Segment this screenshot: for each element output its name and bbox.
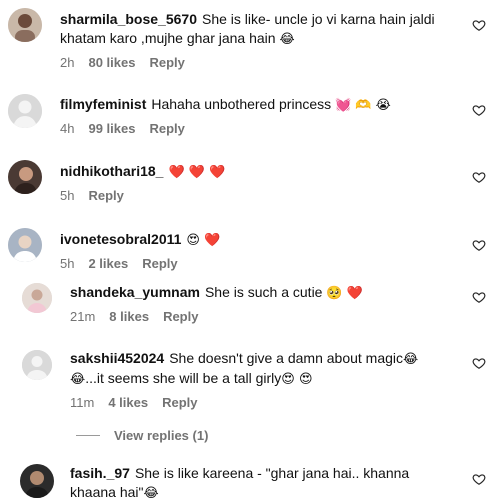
comment-username[interactable]: fasih._97 [70,465,130,481]
comment-likes[interactable]: 80 likes [88,55,135,70]
like-heart-icon[interactable] [472,238,486,252]
comment-username[interactable]: sharmila_bose_5670 [60,11,197,27]
comment-likes[interactable]: 99 likes [88,121,135,136]
comment-meta: 21m 8 likes Reply [70,309,448,325]
comment-time: 5h [60,188,75,203]
avatar[interactable] [22,283,52,313]
avatar[interactable] [8,94,42,128]
comment-emoji: ❤️ ❤️ ❤️ [168,165,226,180]
comment-text: She doesn't give a damn about magic [169,350,404,366]
avatar[interactable] [8,160,42,194]
reply-button[interactable]: Reply [149,121,184,136]
comment-text: Hahaha unbothered princess [151,96,332,112]
avatar[interactable] [8,228,42,262]
comment-meta: 4h 99 likes Reply [60,121,448,137]
comment-meta: 5h 2 likes Reply [60,256,448,272]
like-heart-icon[interactable] [472,356,486,370]
like-heart-icon[interactable] [472,103,486,117]
like-heart-icon[interactable] [472,18,486,32]
comment-emoji: 😂 [279,32,295,47]
comment-likes[interactable]: 4 likes [108,395,148,410]
comment-time: 11m [70,395,95,410]
comment-meta: 11m 4 likes Reply [70,395,448,411]
comment-text: She is such a cutie [204,284,323,300]
comment-time: 5h [60,256,75,271]
view-replies-label: View replies (1) [114,428,209,443]
comment-username[interactable]: ivonetesobral2011 [60,231,181,247]
reply-button[interactable]: Reply [162,395,197,410]
comment-time: 4h [60,121,75,136]
like-heart-icon[interactable] [472,290,486,304]
comment-meta: 2h 80 likes Reply [60,55,448,71]
reply-button[interactable]: Reply [88,188,123,203]
reply-button[interactable]: Reply [163,309,198,324]
avatar[interactable] [8,8,42,42]
comment-likes[interactable]: 8 likes [109,309,149,324]
comment-text-continued: ...it seems she will be a tall girly [85,370,282,386]
comment-likes[interactable]: 2 likes [88,256,128,271]
comment-meta: 5h Reply [60,188,448,204]
divider [76,435,100,436]
like-heart-icon[interactable] [472,472,486,486]
view-replies-button[interactable]: View replies (1) [76,428,208,443]
comment-emoji: 💓 🫶 😭 [335,98,391,113]
reply-button[interactable]: Reply [149,55,184,70]
comment-time: 21m [70,309,96,324]
like-heart-icon[interactable] [472,170,486,184]
comment-username[interactable]: nidhikothari18_ [60,163,163,179]
comment-username[interactable]: shandeka_yumnam [70,284,200,300]
comment-emoji: 🥺 ❤️ [326,286,363,301]
reply-button[interactable]: Reply [142,256,177,271]
comment-username[interactable]: filmyfeminist [60,96,146,112]
avatar[interactable] [22,350,52,380]
comment-username[interactable]: sakshii452024 [70,350,164,366]
avatar[interactable] [20,464,54,498]
comment-emoji: 😍 ❤️ [186,233,221,248]
comment-emoji: 😍 😍 [281,372,313,387]
comment-emoji: 😂 [143,486,159,501]
comment-time: 2h [60,55,75,70]
